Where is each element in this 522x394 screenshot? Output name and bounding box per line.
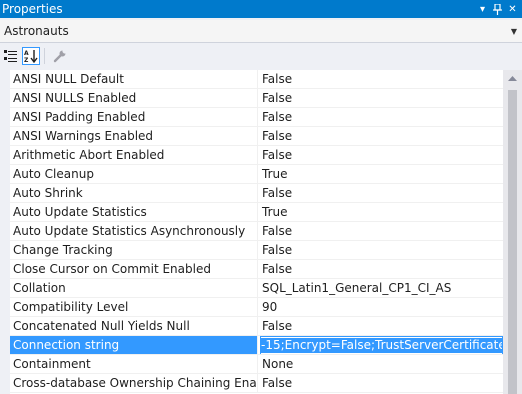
property-value: False [262, 148, 293, 162]
property-value: False [262, 243, 293, 257]
property-name: Close Cursor on Commit Enabled [10, 260, 258, 278]
alphabetical-button[interactable]: A Z [22, 47, 40, 65]
window-title: Properties [2, 2, 63, 16]
property-row[interactable]: Cross-database Ownership Chaining Enable… [10, 374, 503, 393]
property-value: False [262, 91, 293, 105]
property-row[interactable]: Collation SQL_Latin1_General_CP1_CI_AS [10, 279, 503, 298]
property-row[interactable]: Concatenated Null Yields Null False [10, 317, 503, 336]
property-value: 90 [262, 300, 278, 314]
properties-toolbar: A Z [0, 43, 522, 69]
property-row[interactable]: Connection string -15;Encrypt=False;Trust… [10, 336, 503, 355]
toolbar-separator [44, 48, 45, 64]
property-name: Change Tracking [10, 241, 258, 259]
property-row[interactable]: Auto Cleanup True [10, 165, 503, 184]
property-row[interactable]: Auto Update Statistics Asynchronously Fal… [10, 222, 503, 241]
property-name: ANSI Warnings Enabled [10, 127, 258, 145]
property-row[interactable]: ANSI Warnings Enabled False [10, 127, 503, 146]
properties-title-bar: Properties ▾ ✕ [0, 0, 522, 18]
property-value-editor[interactable]: -15;Encrypt=False;TrustServerCertificate… [258, 336, 503, 354]
property-name: Compatibility Level [10, 298, 258, 316]
property-row[interactable]: Compatibility Level 90 [10, 298, 503, 317]
property-grid: ANSI NULL Default False ANSI NULLS Enabled… [0, 70, 503, 394]
property-pages-button[interactable] [51, 47, 69, 65]
property-value: False [262, 186, 293, 200]
scroll-up-arrow-shape [508, 76, 517, 81]
property-value: False [262, 224, 293, 238]
property-value: False [262, 376, 293, 390]
property-value: SQL_Latin1_General_CP1_CI_AS [262, 281, 452, 295]
categorized-button[interactable] [2, 47, 20, 65]
property-value: False [262, 262, 293, 276]
property-name: ANSI NULL Default [10, 70, 258, 88]
property-value-selected-text: -15;Encrypt=False;TrustServerCertificate… [261, 338, 502, 353]
window-menu-dropdown-icon[interactable]: ▾ [475, 0, 490, 18]
alphabetical-icon: A Z [24, 50, 38, 63]
property-value: False [262, 72, 293, 86]
property-row[interactable]: Auto Shrink False [10, 184, 503, 203]
scrollbar-thumb[interactable] [508, 90, 517, 394]
property-value: None [262, 357, 294, 371]
property-name: Arithmetic Abort Enabled [10, 146, 258, 164]
property-row[interactable]: Arithmetic Abort Enabled False [10, 146, 503, 165]
property-row[interactable]: ANSI NULLS Enabled False [10, 89, 503, 108]
property-row[interactable]: Close Cursor on Commit Enabled False [10, 260, 503, 279]
property-name: Cross-database Ownership Chaining Enable… [10, 374, 258, 392]
grid-gutter [0, 70, 10, 394]
property-row[interactable]: Auto Update Statistics True [10, 203, 503, 222]
svg-text:Z: Z [24, 57, 29, 63]
property-value: False [262, 319, 293, 333]
property-row[interactable]: Containment None [10, 355, 503, 374]
chevron-down-icon[interactable]: ▼ [506, 27, 522, 36]
property-name: Concatenated Null Yields Null [10, 317, 258, 335]
scroll-up-icon[interactable] [503, 70, 522, 87]
object-selector-value: Astronauts [4, 24, 69, 38]
pin-icon-shape [493, 3, 502, 15]
property-name: ANSI NULLS Enabled [10, 89, 258, 107]
object-selector[interactable]: Astronauts ▼ [0, 20, 522, 43]
window-controls: ▾ ✕ [475, 0, 522, 18]
categorized-icon [4, 50, 17, 62]
property-value: False [262, 110, 293, 124]
wrench-icon [53, 50, 66, 63]
property-name: Auto Update Statistics [10, 203, 258, 221]
property-row[interactable]: Change Tracking False [10, 241, 503, 260]
property-name: Auto Cleanup [10, 165, 258, 183]
property-value: True [262, 205, 288, 219]
property-row[interactable]: ANSI NULL Default False [10, 70, 503, 89]
property-value-input[interactable]: -15;Encrypt=False;TrustServerCertificate… [260, 336, 503, 354]
property-value: False [262, 129, 293, 143]
property-name: Collation [10, 279, 258, 297]
property-name: ANSI Padding Enabled [10, 108, 258, 126]
close-icon[interactable]: ✕ [505, 0, 520, 18]
property-name: Auto Shrink [10, 184, 258, 202]
pin-icon[interactable] [490, 0, 505, 18]
property-row[interactable]: ANSI Padding Enabled False [10, 108, 503, 127]
property-name: Connection string [10, 336, 258, 354]
property-name: Containment [10, 355, 258, 373]
svg-text:A: A [24, 50, 29, 57]
vertical-scrollbar[interactable] [503, 70, 522, 394]
property-name: Auto Update Statistics Asynchronously [10, 222, 258, 240]
property-value: True [262, 167, 288, 181]
